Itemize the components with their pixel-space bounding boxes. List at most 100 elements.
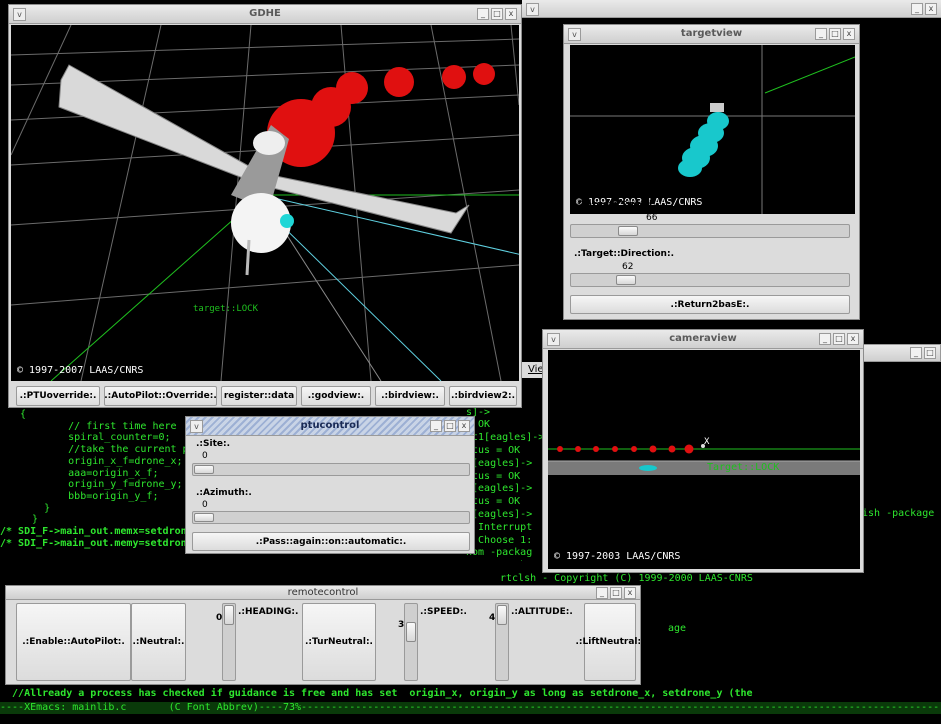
birdview2-button[interactable]: .:birdview2:. [449, 386, 517, 406]
minimize-icon[interactable]: _ [430, 420, 442, 432]
remotecontrol-title: remotecontrol [287, 587, 359, 598]
cameraview-scene [548, 444, 860, 475]
minimize-icon[interactable]: _ [819, 333, 831, 345]
xemacs-modeline: ----XEmacs: mainlib.c (C Font Abbrev)---… [0, 702, 941, 714]
target-speed-value: 66 [646, 213, 658, 223]
terminal-line: atus = OK [466, 444, 521, 456]
targetview-3d-view[interactable]: © 1997-2003 LAAS/CNRS [570, 45, 855, 214]
pass-again-automatic-button[interactable]: .:Pass::again::on::automatic:. [192, 532, 470, 551]
terminal-line: l[eagles]-> [466, 508, 533, 520]
cameraview-target-marker: X [704, 437, 710, 447]
terminal2-titlebar[interactable]: _ □ [862, 344, 941, 362]
terminal-right-text: ish -package [862, 508, 935, 519]
godview-button[interactable]: .:godview:. [301, 386, 371, 406]
maximize-icon[interactable]: □ [829, 28, 841, 40]
cameraview-3d-view[interactable]: X Target::LOCK © 1997-2003 LAAS/CNRS [548, 350, 860, 569]
target-speed-label: .:Target::Speed:. [574, 200, 660, 210]
gdhe-title: GDHE [249, 8, 281, 19]
gdhe-scene-label: target::LOCK [193, 304, 259, 314]
enable-autopilot-button[interactable]: .:Enable::AutoPilot:. [16, 603, 131, 681]
cameraview-titlebar[interactable]: v cameraview _ □ x [543, 330, 863, 349]
terminal-line: nom -packag [466, 547, 533, 559]
terminal-line: l[eagles]-> [466, 483, 533, 495]
turneutral-button[interactable]: .:TurNeutral:. [302, 603, 376, 681]
terminal-line: * Interrupt [466, 521, 533, 533]
xemacs-comment-line: //Allready a process has checked if guid… [0, 688, 753, 699]
return2base-button[interactable]: .:Return2basE:. [570, 295, 850, 314]
terminal-line: st: groucho [466, 560, 546, 561]
speed-label: .:SPEED:. [420, 607, 467, 617]
maximize-icon[interactable]: □ [924, 347, 936, 359]
terminal-titlebar[interactable]: v _ x [522, 0, 941, 18]
site-slider[interactable] [192, 463, 470, 476]
maximize-icon[interactable]: □ [833, 333, 845, 345]
birdview-button[interactable]: .:birdview:. [375, 386, 445, 406]
liftneutral-button[interactable]: .:LiftNeutral:. [575, 603, 640, 681]
minimize-icon[interactable]: _ [910, 347, 922, 359]
cameraview-title: cameraview [669, 333, 737, 344]
site-value: 0 [202, 451, 208, 461]
target-direction-slider[interactable] [570, 273, 850, 287]
minimize-icon[interactable]: _ [911, 3, 923, 15]
ptucontrol-titlebar[interactable]: v ptucontrol _ □ x [186, 417, 474, 436]
site-slider-thumb[interactable] [194, 465, 214, 474]
gdhe-scene [11, 25, 519, 381]
remotecontrol-window: remotecontrol _ □ x .:Enable::AutoPilot:. … [5, 585, 641, 685]
speed-slider-thumb[interactable] [406, 622, 416, 642]
maximize-icon[interactable]: □ [491, 8, 503, 20]
site-label: .:Site:. [196, 439, 231, 449]
close-icon[interactable]: x [847, 333, 859, 345]
gdhe-window: v GDHE _ □ x target::LOCK © 1997-2007 LA… [8, 4, 522, 408]
heading-slider-thumb[interactable] [224, 605, 234, 625]
neutral-button[interactable]: .:Neutral:. [131, 603, 186, 681]
heading-label: .:HEADING:. [238, 607, 299, 617]
altitude-slider-thumb[interactable] [497, 605, 507, 625]
target-speed-slider-thumb[interactable] [618, 226, 638, 236]
autopilot-override-button[interactable]: .:AutoPilot::Override:. [104, 386, 217, 406]
heading-slider[interactable] [222, 603, 236, 681]
remotecontrol-titlebar[interactable]: remotecontrol _ □ x [6, 586, 640, 600]
close-icon[interactable]: x [458, 420, 470, 432]
terminal-line: * Choose 1: [466, 534, 533, 546]
cameraview-copyright: © 1997-2003 LAAS/CNRS [554, 551, 681, 562]
targetview-titlebar[interactable]: v targetview _ □ x [564, 25, 859, 44]
gdhe-3d-view[interactable]: target::LOCK © 1997-2007 LAAS/CNRS [11, 25, 519, 381]
terminal-rtclsh-line: rtclsh - Copyright (C) 1999-2000 LAAS-CN… [500, 573, 753, 584]
terminal-line: atus = OK [466, 496, 521, 508]
register-data-button[interactable]: register::data [221, 386, 297, 406]
gdhe-copyright: © 1997-2007 LAAS/CNRS [17, 365, 144, 376]
close-icon[interactable]: x [505, 8, 517, 20]
close-icon[interactable]: x [925, 3, 937, 15]
azimuth-value: 0 [202, 500, 208, 510]
close-icon[interactable]: x [843, 28, 855, 40]
maximize-icon[interactable]: □ [444, 420, 456, 432]
gdhe-titlebar[interactable]: v GDHE _ □ x [9, 5, 521, 24]
target-direction-label: .:Target::Direction:. [574, 249, 674, 259]
target-speed-slider[interactable] [570, 224, 850, 238]
cameraview-window: v cameraview _ □ x X Target::LOCK © 1997-2… [542, 329, 864, 573]
azimuth-slider[interactable] [192, 511, 470, 524]
window-menu-icon[interactable]: v [526, 3, 539, 16]
minimize-icon[interactable]: _ [815, 28, 827, 40]
targetview-window: v targetview _ □ x © 1997-2003 LAAS/CNRS .… [563, 24, 860, 320]
targetview-scene [570, 45, 855, 214]
target-direction-value: 62 [622, 262, 634, 272]
terminal-line: rt1[eagles]-> [466, 432, 545, 444]
terminal-line: s]-> [466, 406, 491, 418]
ptucontrol-window: v ptucontrol _ □ x .:Site:. 0 .:Azimuth:. … [185, 416, 475, 554]
terminal-age-text: age [668, 623, 687, 634]
altitude-slider[interactable] [495, 603, 509, 681]
speed-slider[interactable] [404, 603, 418, 681]
terminal-line: = OK [466, 419, 491, 431]
azimuth-label: .:Azimuth:. [196, 488, 252, 498]
close-icon[interactable]: x [624, 587, 636, 599]
azimuth-slider-thumb[interactable] [194, 513, 214, 522]
ptu-override-button[interactable]: .:PTUoverride:. [16, 386, 100, 406]
cameraview-scene-label: Target::LOCK [707, 462, 780, 473]
terminal-line: atus = OK [466, 470, 521, 482]
terminal-output: s]-> = OK rt1[eagles]-> atus = OK l[eagles]-… [466, 381, 546, 561]
minimize-icon[interactable]: _ [596, 587, 608, 599]
minimize-icon[interactable]: _ [477, 8, 489, 20]
target-direction-slider-thumb[interactable] [616, 275, 636, 285]
maximize-icon[interactable]: □ [610, 587, 622, 599]
